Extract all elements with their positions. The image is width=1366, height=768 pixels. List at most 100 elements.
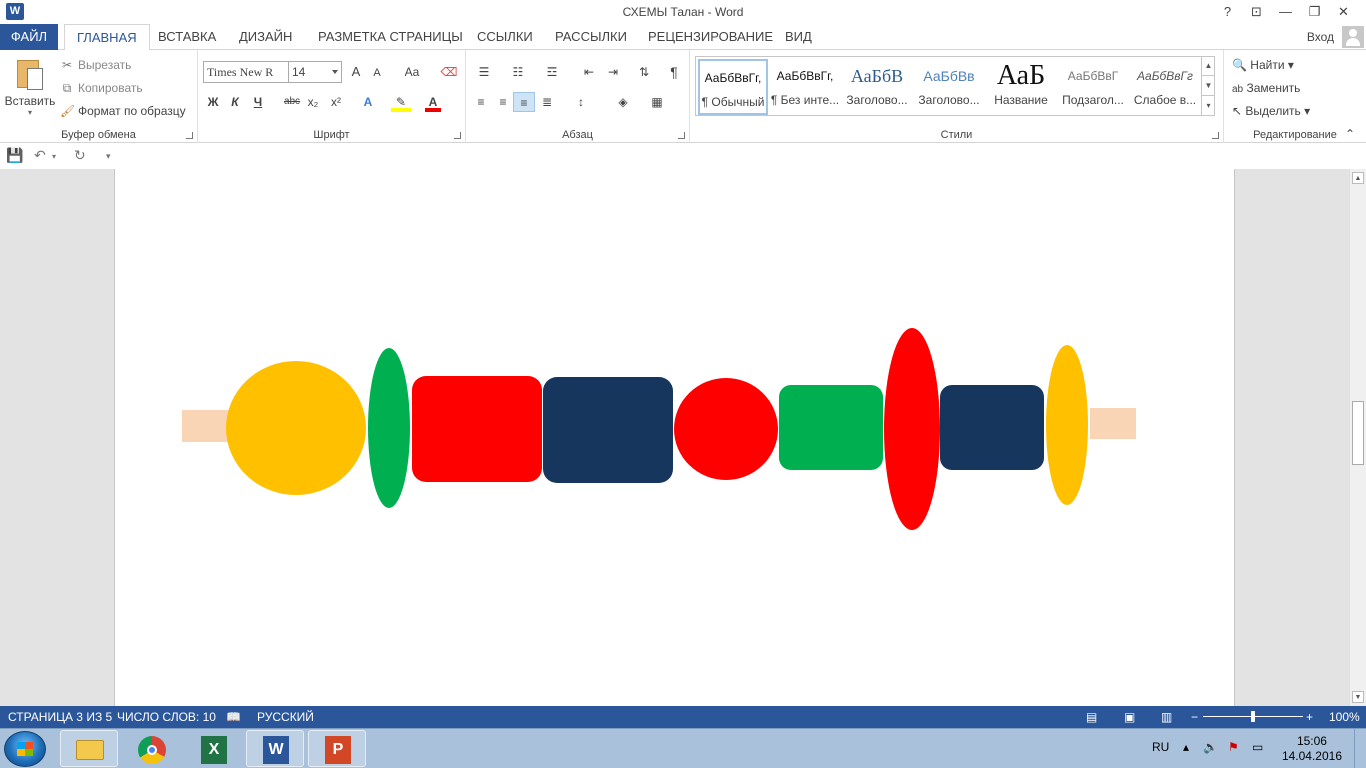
shape-bead-red-ellipse[interactable] [884,328,940,530]
language-indicator[interactable]: РУССКИЙ [257,710,314,724]
borders-icon[interactable]: ▦ [644,92,670,112]
zoom-out-button[interactable]: − [1191,710,1198,724]
decrease-indent-icon[interactable]: ⇤ [580,62,598,82]
shading-icon[interactable]: ◈ [610,92,636,112]
sort-icon[interactable]: ⇅ [635,62,653,82]
italic-button[interactable]: К [227,92,243,112]
customize-qat-icon[interactable]: ▾ [106,151,111,162]
word-count[interactable]: ЧИСЛО СЛОВ: 10 [117,710,216,724]
paragraph-launcher-icon[interactable] [678,132,685,139]
shape-bead-end-right[interactable] [1090,408,1136,439]
line-spacing-icon[interactable]: ↕ [568,92,594,112]
find-button[interactable]: 🔍 Найти ▾ [1232,58,1294,72]
tab-view[interactable]: ВИД [785,24,812,50]
shape-bead-navy-rect[interactable] [940,385,1044,470]
tab-design[interactable]: ДИЗАЙН [239,24,292,50]
tab-home[interactable]: ГЛАВНАЯ [64,24,150,51]
zoom-level[interactable]: 100% [1329,710,1360,724]
style-normal[interactable]: АаБбВвГг, ¶ Обычный [698,59,768,115]
clipboard-launcher-icon[interactable] [186,132,193,139]
increase-indent-icon[interactable]: ⇥ [604,62,622,82]
action-center-icon[interactable]: ▭ [1252,740,1263,754]
font-color-icon[interactable]: A [425,92,441,112]
style-subtle-emphasis[interactable]: АаБбВвГг Слабое в... [1130,59,1200,115]
chrome-taskbar-button[interactable] [122,730,180,767]
shape-bead-red-square[interactable] [412,376,542,482]
show-desktop-button[interactable] [1354,729,1366,768]
gallery-more-icon[interactable]: ▾ [1202,96,1215,116]
collapse-ribbon-icon[interactable]: ⌃ [1342,124,1358,144]
style-title[interactable]: АаБ Название [986,59,1056,115]
style-heading-2[interactable]: АаБбВв Заголово... [914,59,984,115]
zoom-slider-thumb[interactable] [1251,711,1255,722]
clear-formatting-icon[interactable]: ⌫ [440,62,458,82]
bullets-icon[interactable]: ☰ [472,62,496,82]
tab-file[interactable]: ФАЙЛ [0,24,58,50]
styles-launcher-icon[interactable] [1212,132,1219,139]
shrink-font-button[interactable]: A [370,63,384,83]
explorer-taskbar-button[interactable] [60,730,118,767]
shape-bead-yellow-circle[interactable] [226,361,366,495]
replace-button[interactable]: ab Заменить [1232,81,1300,95]
tab-review[interactable]: РЕЦЕНЗИРОВАНИЕ [648,24,773,50]
page-count[interactable]: СТРАНИЦА 3 ИЗ 5 [8,710,112,724]
style-subtitle[interactable]: АаБбВвГ Подзагол... [1058,59,1128,115]
ribbon-display-options-button[interactable]: ⊡ [1242,2,1271,22]
undo-icon[interactable]: ↶ [34,147,46,164]
shape-bead-yellow-ellipse[interactable] [1046,345,1088,505]
scroll-thumb[interactable] [1352,401,1364,465]
volume-icon[interactable]: 🔊 [1203,740,1218,754]
document-page[interactable] [114,169,1235,706]
subscript-button[interactable]: x₂ [305,92,321,112]
tab-insert[interactable]: ВСТАВКА [158,24,216,50]
avatar[interactable] [1342,26,1364,48]
align-right-icon[interactable]: ≡ [513,92,535,112]
web-layout-icon[interactable]: ▥ [1161,710,1172,724]
align-center-icon[interactable]: ≡ [494,92,512,112]
gallery-down-icon[interactable]: ▼ [1202,76,1215,96]
shape-bead-navy-square[interactable] [543,377,673,483]
tab-references[interactable]: ССЫЛКИ [477,24,533,50]
maximize-button[interactable]: ❐ [1300,2,1329,22]
font-launcher-icon[interactable] [454,132,461,139]
superscript-button[interactable]: x² [328,92,344,112]
read-mode-icon[interactable]: ▤ [1086,710,1097,724]
excel-taskbar-button[interactable]: X [184,730,242,767]
bold-button[interactable]: Ж [205,92,221,112]
close-button[interactable]: ✕ [1329,2,1358,22]
network-icon[interactable]: ⚑ [1228,740,1239,754]
vertical-scrollbar[interactable]: ▲ ▼ [1349,169,1366,706]
word-taskbar-button[interactable]: W [246,730,304,767]
sign-in-link[interactable]: Вход [1307,24,1334,50]
tray-expand-icon[interactable]: ▴ [1183,740,1189,754]
shape-bead-green-ellipse[interactable] [368,348,410,508]
underline-button[interactable]: Ч [250,92,266,112]
scroll-up-icon[interactable]: ▲ [1352,172,1364,184]
shape-bead-green-rect[interactable] [779,385,883,470]
input-language[interactable]: RU [1152,740,1169,754]
shape-bead-end-left[interactable] [182,410,230,442]
style-no-spacing[interactable]: АаБбВвГг, ¶ Без инте... [770,59,840,115]
tab-page-layout[interactable]: РАЗМЕТКА СТРАНИЦЫ [318,24,463,50]
select-button[interactable]: ↖ Выделить ▾ [1232,104,1310,118]
proofing-icon[interactable]: 📖 [226,710,241,724]
numbering-icon[interactable]: ☷ [506,62,530,82]
scroll-down-icon[interactable]: ▼ [1352,691,1364,703]
help-button[interactable]: ? [1213,2,1242,22]
show-marks-button[interactable]: ¶ [666,62,682,82]
zoom-in-button[interactable]: + [1306,710,1313,724]
shape-bead-red-circle[interactable] [674,378,778,480]
highlight-icon[interactable]: ✎ [391,92,411,112]
paste-button[interactable]: Вставить ▾ [4,56,56,122]
clock[interactable]: 15:06 14.04.2016 [1282,734,1342,764]
copy-button[interactable]: ⧉ Копировать [60,81,143,96]
powerpoint-taskbar-button[interactable]: P [308,730,366,767]
cut-button[interactable]: ✂ Вырезать [60,58,131,72]
tab-mailings[interactable]: РАССЫЛКИ [555,24,627,50]
print-layout-icon[interactable]: ▣ [1124,710,1135,724]
style-heading-1[interactable]: АаБбВ Заголово... [842,59,912,115]
format-painter-button[interactable]: 🖌 Формат по образцу [60,104,186,118]
grow-font-button[interactable]: A [348,62,364,82]
minimize-button[interactable]: — [1271,2,1300,22]
start-button[interactable] [4,731,46,767]
